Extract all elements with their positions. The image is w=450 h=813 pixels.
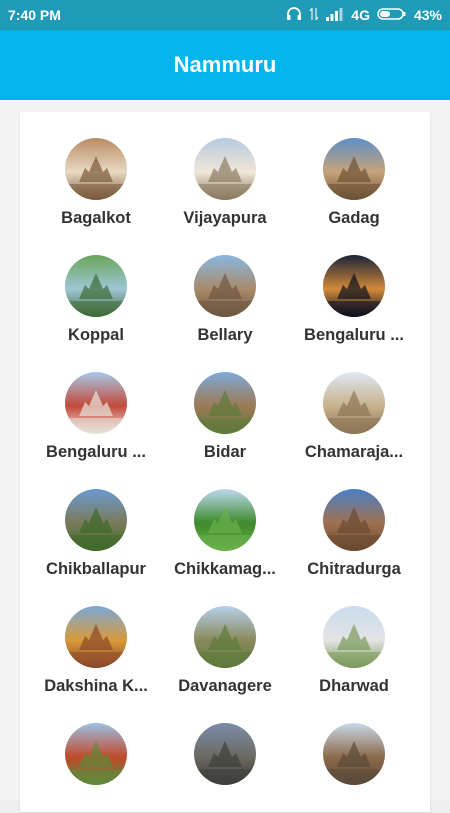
district-name: Vijayapura	[183, 209, 267, 227]
stone-temple-photo-icon	[323, 489, 385, 551]
night-city-photo-icon	[323, 255, 385, 317]
district-tile[interactable]: Chitradurga	[290, 463, 418, 579]
app-title: Nammuru	[173, 52, 277, 77]
green-hills-photo-icon	[194, 489, 256, 551]
content-area[interactable]: Bagalkot Vijayapura Gadag Koppal Bellary Beng…	[0, 100, 450, 812]
district-tile[interactable]: Bidar	[161, 346, 289, 462]
white-palace-photo-icon	[323, 606, 385, 668]
district-name: Davanagere	[178, 677, 272, 695]
lake-photo-icon	[65, 255, 127, 317]
district-tile[interactable]: Bagalkot	[32, 112, 160, 228]
status-time: 7:40 PM	[8, 7, 61, 23]
clock-tower-photo-icon	[65, 723, 127, 785]
district-tile[interactable]: Dakshina K...	[32, 580, 160, 696]
district-name: Dharwad	[319, 677, 389, 695]
battery-icon	[377, 7, 407, 24]
signal-icon	[326, 7, 344, 24]
district-tile[interactable]: Koppal	[32, 229, 160, 345]
network-type: 4G	[351, 7, 370, 23]
district-tile[interactable]: Chamaraja...	[290, 346, 418, 462]
ruined-structure-photo-icon	[194, 723, 256, 785]
district-name: Bellary	[197, 326, 253, 344]
data-transfer-icon	[309, 6, 319, 25]
district-name: Chikkamag...	[174, 560, 276, 578]
temple-tank-photo-icon	[194, 606, 256, 668]
district-tile[interactable]: Vijayapura	[161, 112, 289, 228]
status-bar: 7:40 PM 4G 43%	[0, 0, 450, 30]
district-tile[interactable]: Bellary	[161, 229, 289, 345]
app-bar: Nammuru	[0, 30, 450, 100]
district-name: Bagalkot	[61, 209, 131, 227]
temple-tower-photo-icon	[323, 372, 385, 434]
district-tile[interactable]: Davanagere	[161, 580, 289, 696]
district-name: Bengaluru ...	[46, 443, 146, 461]
district-tile[interactable]: Chikkamag...	[161, 463, 289, 579]
district-tile[interactable]	[161, 697, 289, 813]
district-tile[interactable]: Dharwad	[290, 580, 418, 696]
fort-garden-photo-icon	[194, 372, 256, 434]
district-tile[interactable]: Bengaluru ...	[290, 229, 418, 345]
dome-monument-photo-icon	[194, 138, 256, 200]
district-tile[interactable]	[32, 697, 160, 813]
district-name: Chikballapur	[46, 560, 146, 578]
headphones-icon	[286, 6, 302, 25]
stone-pavilion-photo-icon	[194, 255, 256, 317]
district-name: Bidar	[203, 443, 247, 461]
district-name: Dakshina K...	[44, 677, 148, 695]
district-tile[interactable]	[290, 697, 418, 813]
district-tile[interactable]: Bengaluru ...	[32, 346, 160, 462]
district-card: Bagalkot Vijayapura Gadag Koppal Bellary Beng…	[20, 112, 430, 812]
government-building-photo-icon	[65, 372, 127, 434]
ancient-temple-photo-icon	[323, 723, 385, 785]
temple-photo-icon	[65, 138, 127, 200]
gopuram-photo-icon	[65, 606, 127, 668]
battery-level: 43%	[413, 7, 442, 23]
district-name: Gadag	[328, 209, 380, 227]
district-tile[interactable]: Gadag	[290, 112, 418, 228]
district-name: Bengaluru ...	[304, 326, 404, 344]
temple-ruins-photo-icon	[323, 138, 385, 200]
district-name: Chamaraja...	[304, 443, 404, 461]
status-icons: 4G 43%	[286, 6, 442, 25]
district-tile[interactable]: Chikballapur	[32, 463, 160, 579]
district-name: Chitradurga	[307, 560, 401, 578]
hill-photo-icon	[65, 489, 127, 551]
district-name: Koppal	[68, 326, 124, 344]
